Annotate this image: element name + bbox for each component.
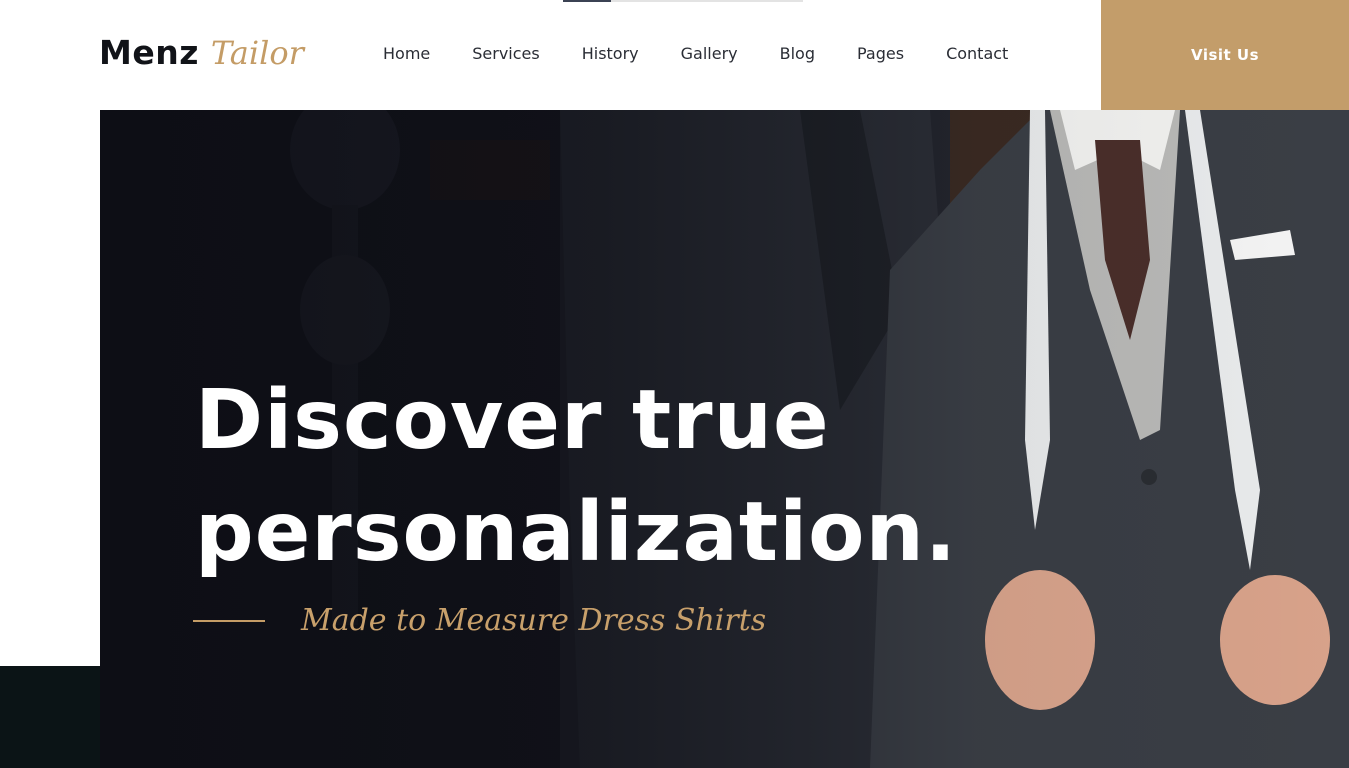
nav-contact[interactable]: Contact xyxy=(946,44,1008,63)
hero-subtitle: Made to Measure Dress Shirts xyxy=(301,603,767,638)
nav-services[interactable]: Services xyxy=(472,44,539,63)
nav-history[interactable]: History xyxy=(582,44,639,63)
subtitle-accent-line xyxy=(193,619,265,622)
hero-banner: Discover true personalization. Made to M… xyxy=(100,110,1349,768)
hero-headline: Discover true personalization. xyxy=(195,365,1095,589)
logo-wordmark: Menz xyxy=(99,33,199,72)
header-progress-track xyxy=(563,0,803,2)
hero-headline-line-1: Discover true xyxy=(195,373,830,468)
nav-blog[interactable]: Blog xyxy=(780,44,815,63)
logo-script-text: Tailor xyxy=(210,34,304,72)
visit-us-button[interactable]: Visit Us xyxy=(1101,0,1349,110)
nav-gallery[interactable]: Gallery xyxy=(681,44,738,63)
decorative-dark-block xyxy=(0,666,100,768)
hero-subtitle-row: Made to Measure Dress Shirts xyxy=(193,603,766,638)
site-logo[interactable]: Menz Tailor xyxy=(99,33,304,72)
nav-home[interactable]: Home xyxy=(383,44,430,63)
header-progress-fill xyxy=(563,0,611,2)
nav-pages[interactable]: Pages xyxy=(857,44,904,63)
main-nav: Home Services History Gallery Blog Pages… xyxy=(362,44,1029,63)
hero-headline-line-2: personalization. xyxy=(195,485,958,580)
